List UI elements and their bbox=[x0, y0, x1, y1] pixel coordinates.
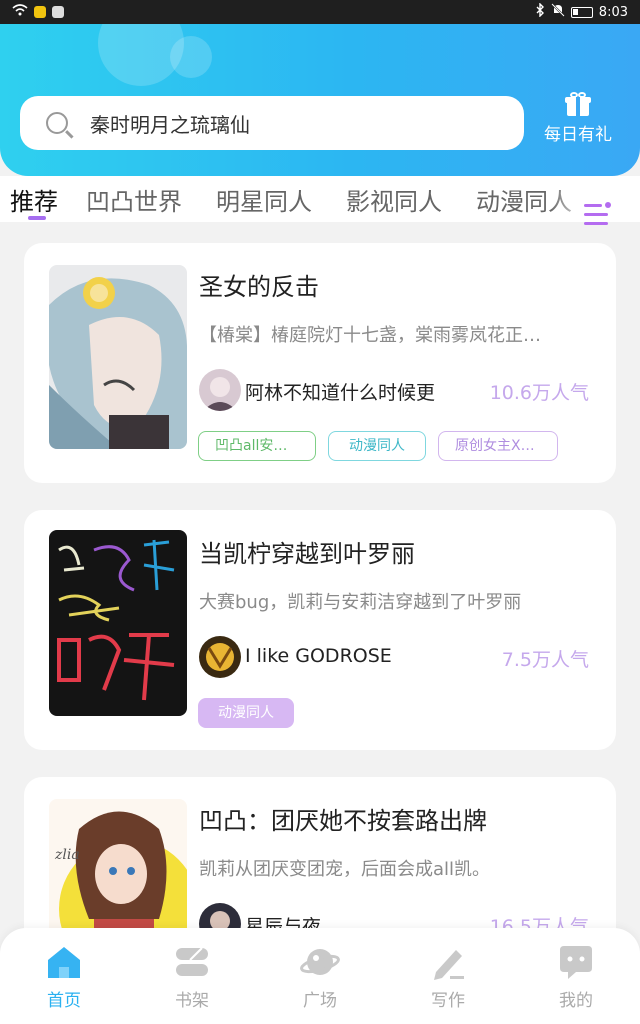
daily-gift-button[interactable]: 每日有礼 bbox=[540, 92, 616, 145]
nav-home[interactable]: 首页 bbox=[24, 942, 104, 1011]
planet-icon bbox=[300, 942, 340, 982]
tab-star-fanfic[interactable]: 明星同人 bbox=[216, 182, 312, 217]
gift-icon bbox=[565, 92, 591, 116]
chat-icon bbox=[556, 942, 596, 982]
tab-recommend[interactable]: 推荐 bbox=[10, 182, 58, 217]
book-card[interactable]: 当凯柠穿越到叶罗丽 大赛bug，凯莉与安莉洁穿越到了叶罗丽 I like GOD… bbox=[24, 510, 616, 750]
app-notification-icon bbox=[34, 6, 46, 18]
book-description: 凯莉从团厌变团宠，后面会成all凯。 bbox=[199, 859, 491, 880]
tab-aotu-world[interactable]: 凹凸世界 bbox=[86, 182, 182, 217]
mute-bell-icon bbox=[551, 3, 565, 21]
category-menu-button[interactable] bbox=[584, 200, 614, 230]
home-icon bbox=[44, 942, 84, 982]
book-title: 凹凸：团厌她不按套路出牌 bbox=[199, 807, 487, 835]
bottom-navigation: 首页 书架 广场 写作 我的 bbox=[0, 928, 640, 1024]
book-cover bbox=[49, 530, 187, 716]
battery-icon bbox=[570, 6, 593, 18]
book-description: 大赛bug，凯莉与安莉洁穿越到了叶罗丽 bbox=[199, 592, 522, 613]
book-title: 当凯柠穿越到叶罗丽 bbox=[199, 540, 415, 568]
author-avatar bbox=[199, 369, 241, 411]
popularity-count: 7.5万人气 bbox=[501, 649, 589, 671]
book-tag[interactable]: 原创女主X… bbox=[438, 431, 558, 461]
book-cover bbox=[49, 265, 187, 449]
daily-gift-label: 每日有礼 bbox=[544, 125, 612, 145]
nav-mine[interactable]: 我的 bbox=[536, 942, 616, 1011]
pen-icon bbox=[428, 942, 468, 982]
active-tab-indicator bbox=[28, 216, 46, 220]
author-name: 阿林不知道什么时候更 bbox=[245, 382, 436, 404]
svg-text:zlia: zlia bbox=[54, 847, 80, 863]
header: 秦时明月之琉璃仙 每日有礼 bbox=[0, 24, 640, 176]
nav-mine-label: 我的 bbox=[559, 991, 593, 1011]
search-placeholder: 秦时明月之琉璃仙 bbox=[90, 112, 250, 137]
author-name: I like GODROSE bbox=[245, 645, 392, 667]
nav-write-label: 写作 bbox=[431, 991, 465, 1011]
book-title: 圣女的反击 bbox=[199, 273, 319, 301]
search-bar[interactable]: 秦时明月之琉璃仙 bbox=[20, 96, 524, 150]
book-tag[interactable]: 动漫同人 bbox=[328, 431, 426, 461]
book-author-row: 阿林不知道什么时候更 10.6万人气 bbox=[199, 369, 599, 411]
category-tabs: 推荐 凹凸世界 明星同人 影视同人 动漫同人 综影 bbox=[0, 176, 640, 222]
nav-bookshelf[interactable]: 书架 bbox=[152, 942, 232, 1011]
book-author-row: I like GODROSE 7.5万人气 bbox=[199, 636, 599, 678]
book-card[interactable]: 圣女的反击 【椿棠】椿庭院灯十七盏，棠雨雾岚花正… 阿林不知道什么时候更 10.… bbox=[24, 243, 616, 483]
search-icon bbox=[46, 112, 68, 134]
book-tags: 动漫同人 bbox=[198, 698, 294, 728]
nav-home-label: 首页 bbox=[47, 991, 81, 1011]
author-avatar bbox=[199, 636, 241, 678]
app-notification-icon bbox=[52, 6, 64, 18]
bookshelf-icon bbox=[172, 942, 212, 982]
status-time: 8:03 bbox=[598, 4, 628, 20]
nav-write[interactable]: 写作 bbox=[408, 942, 488, 1011]
bluetooth-icon bbox=[535, 2, 545, 21]
tab-tv-fanfic[interactable]: 影视同人 bbox=[346, 182, 442, 217]
nav-plaza-label: 广场 bbox=[303, 991, 337, 1011]
popularity-count: 10.6万人气 bbox=[489, 382, 589, 404]
book-tag[interactable]: 动漫同人 bbox=[198, 698, 294, 728]
decorative-bubble bbox=[170, 36, 212, 78]
book-description: 【椿棠】椿庭院灯十七盏，棠雨雾岚花正… bbox=[199, 325, 541, 346]
status-bar: 8:03 bbox=[0, 0, 640, 24]
nav-bookshelf-label: 书架 bbox=[175, 991, 209, 1011]
book-tag[interactable]: 凹凸all安… bbox=[198, 431, 316, 461]
book-tags: 凹凸all安… 动漫同人 原创女主X… bbox=[198, 431, 558, 461]
wifi-icon bbox=[12, 4, 28, 20]
nav-plaza[interactable]: 广场 bbox=[280, 942, 360, 1011]
